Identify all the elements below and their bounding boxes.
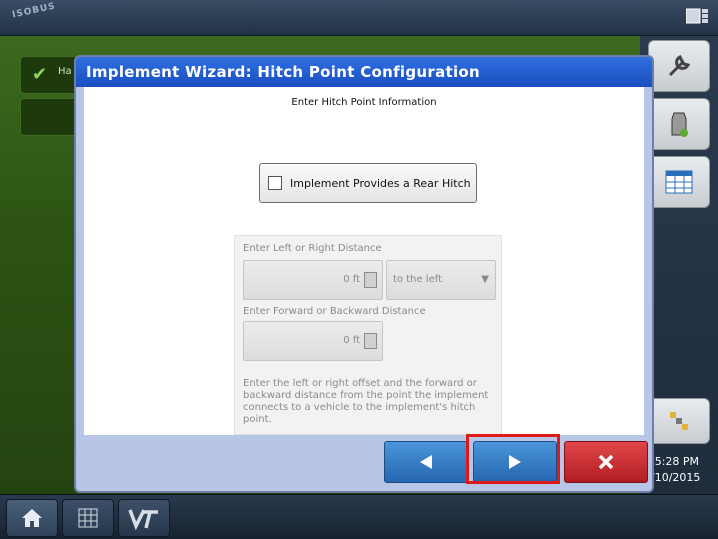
left-right-distance-field[interactable]: 0 ft xyxy=(243,260,383,300)
left-right-value: 0 ft xyxy=(343,274,360,285)
top-status-bar: ISOBUS xyxy=(0,0,718,36)
app-logo: ISOBUS xyxy=(11,1,57,21)
rear-hitch-checkbox[interactable] xyxy=(268,176,282,190)
vt-icon xyxy=(128,509,158,530)
grid-icon xyxy=(78,508,98,528)
clock-display: :45:28 PM 4/10/2015 xyxy=(644,454,716,486)
background-item-label: Ha xyxy=(58,66,72,77)
help-text: Enter the left or right offset and the f… xyxy=(243,378,489,425)
bottom-nav-bar xyxy=(0,494,718,539)
left-right-label: Enter Left or Right Distance xyxy=(243,243,382,254)
back-button[interactable] xyxy=(384,441,468,483)
status-button[interactable] xyxy=(648,398,710,444)
hitch-distance-group: Enter Left or Right Distance 0 ft to the… xyxy=(234,235,502,435)
implement-wizard-dialog: Implement Wizard: Hitch Point Configurat… xyxy=(74,55,654,493)
background-tile xyxy=(20,98,80,136)
keypad-icon xyxy=(364,333,377,349)
dialog-title: Implement Wizard: Hitch Point Configurat… xyxy=(76,57,652,87)
direction-dropdown[interactable]: to the left ▼ xyxy=(386,260,496,300)
forward-backward-label: Enter Forward or Backward Distance xyxy=(243,306,426,317)
product-button[interactable] xyxy=(648,98,710,150)
forward-backward-distance-field[interactable]: 0 ft xyxy=(243,321,383,361)
rear-hitch-label: Implement Provides a Rear Hitch xyxy=(290,176,471,190)
back-arrow-icon xyxy=(420,455,432,469)
seed-bag-icon xyxy=(671,112,688,137)
tools-button[interactable] xyxy=(648,40,710,92)
forward-backward-value: 0 ft xyxy=(343,335,360,346)
data-table-button[interactable] xyxy=(648,156,710,208)
date-text: 4/10/2015 xyxy=(644,471,701,484)
display-mode-icon[interactable] xyxy=(686,8,708,24)
dialog-body: Enter Hitch Point Information Implement … xyxy=(84,87,644,435)
keypad-icon xyxy=(364,272,377,288)
menu-button[interactable] xyxy=(62,499,114,537)
direction-value: to the left xyxy=(393,274,443,285)
home-icon xyxy=(22,509,42,527)
close-icon xyxy=(598,454,614,470)
virtual-terminal-button[interactable] xyxy=(118,499,170,537)
cancel-button[interactable] xyxy=(564,441,648,483)
checkmark-icon: ✔ xyxy=(32,64,48,85)
dialog-subtitle: Enter Hitch Point Information xyxy=(291,97,437,108)
home-button[interactable] xyxy=(6,499,58,537)
table-icon xyxy=(665,170,693,194)
time-text: :45:28 PM xyxy=(644,455,700,468)
rear-hitch-checkbox-button[interactable]: Implement Provides a Rear Hitch xyxy=(259,163,477,203)
satellite-icon xyxy=(670,412,688,430)
next-button-highlight xyxy=(466,434,560,484)
wrench-icon xyxy=(668,55,691,77)
dropdown-arrow-icon: ▼ xyxy=(481,274,489,285)
